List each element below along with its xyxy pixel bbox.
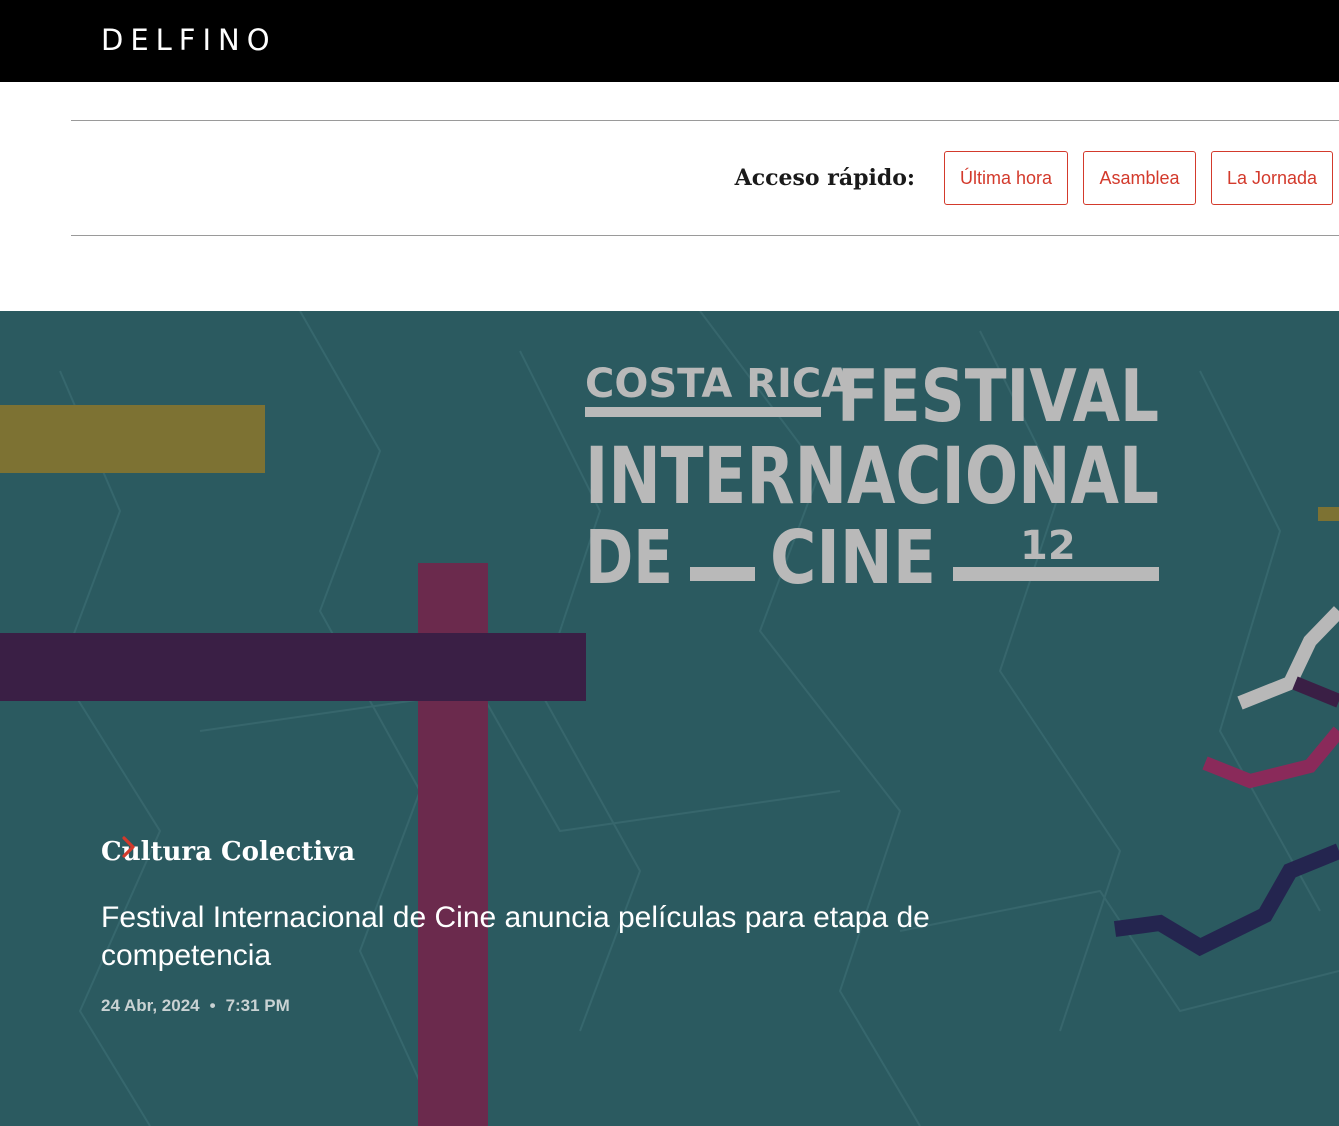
quick-access-la-jornada-button[interactable]: La Jornada: [1211, 151, 1333, 205]
image-text-cine: CINE: [770, 515, 936, 601]
purple-bar: [0, 633, 586, 701]
article-meta: 24 Abr, 2024 • 7:31 PM: [101, 995, 1001, 1017]
article-date: 24 Abr, 2024: [101, 996, 200, 1015]
meta-separator: •: [209, 996, 216, 1015]
hero-article[interactable]: COSTA RICA FESTIVAL INTERNACIONAL DE CIN…: [0, 311, 1339, 1126]
article-headline[interactable]: Festival Internacional de Cine anuncia p…: [101, 899, 1001, 975]
quick-access-bar: Acceso rápido: Última hora Asamblea La J…: [71, 120, 1339, 236]
quick-access-ultima-hora-button[interactable]: Última hora: [944, 151, 1068, 205]
image-text-de: DE: [585, 515, 673, 601]
chevron-right-icon: [122, 836, 135, 858]
top-navigation-bar: DELFINO: [0, 0, 1339, 82]
quick-access-label: Acceso rápido:: [734, 165, 915, 191]
mustard-bar: [0, 405, 265, 473]
image-text-internacional: INTERNACIONAL: [585, 432, 1159, 522]
image-text-festival: FESTIVAL: [837, 354, 1159, 438]
article-time: 7:31 PM: [225, 996, 290, 1015]
category-link[interactable]: Cultura Colectiva: [101, 835, 355, 869]
image-text-costa-rica: COSTA RICA: [585, 361, 852, 407]
image-text-edition: 12: [1020, 523, 1076, 569]
site-logo[interactable]: DELFINO: [101, 22, 277, 58]
hero-article-text: Cultura Colectiva Festival Internacional…: [101, 835, 1001, 1017]
quick-access-asamblea-button[interactable]: Asamblea: [1083, 151, 1196, 205]
